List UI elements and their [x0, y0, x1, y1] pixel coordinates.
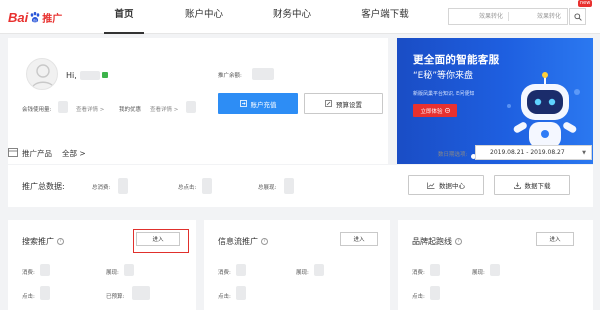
spend-redacted	[236, 264, 246, 276]
total-impressions-redacted	[284, 178, 294, 194]
avatar	[26, 58, 58, 90]
banner-try-now-button[interactable]: 立即体验	[413, 104, 457, 117]
logo-suffix: 推广	[42, 13, 63, 25]
new-badge: new	[578, 0, 593, 7]
enter-button[interactable]: 进入	[536, 232, 574, 246]
greeting: Hi,	[66, 71, 77, 80]
clicks-label: 点击:	[412, 294, 425, 300]
usage-value-redacted	[58, 101, 68, 113]
balance-label: 推广余额:	[218, 73, 242, 79]
product-name-text: 搜索推广	[22, 237, 54, 246]
date-range-value: 2019.08.21 - 2019.08.27	[490, 149, 565, 156]
data-download-label: 数据下载	[524, 182, 551, 190]
search-button[interactable]	[569, 8, 586, 25]
budget-settings-label: 预算设置	[336, 100, 362, 109]
banner-subtitle: “E秘”等你来盘	[413, 71, 474, 81]
balance-value-redacted	[252, 68, 274, 80]
product-name-text: 信息流推广	[218, 237, 258, 246]
total-spend-redacted	[118, 178, 128, 194]
budget-used-label: 已预算:	[106, 294, 125, 300]
chevron-down-icon: ▼	[582, 150, 586, 156]
top-navigation-bar: Bai du 推广 首页 账户中心 财务中心 客户端下载 效果转化 效果转化 n…	[0, 0, 600, 34]
spend-label: 消费:	[412, 270, 425, 276]
product-name: 搜索推广?	[22, 236, 64, 247]
data-center-button[interactable]: 数据中心	[408, 175, 484, 195]
view-detail-link-1[interactable]: 查看详情 >	[76, 105, 104, 113]
nav-home[interactable]: 首页	[104, 0, 144, 34]
product-name: 信息流推广?	[218, 236, 268, 247]
total-data-label: 推广总数据:	[22, 182, 65, 191]
baidu-tuiguang-logo[interactable]: Bai du 推广	[8, 9, 62, 25]
products-all-link[interactable]: 全部 >	[62, 148, 86, 159]
nav-client-download[interactable]: 客户端下载	[354, 0, 416, 34]
total-clicks-redacted	[202, 178, 212, 194]
products-icon	[8, 148, 18, 157]
enter-button[interactable]: 进入	[340, 232, 378, 246]
data-download-button[interactable]: 数据下载	[494, 175, 570, 195]
search-icon	[573, 12, 582, 21]
my-discount-label: 我的优惠	[119, 107, 142, 113]
spend-redacted	[40, 264, 50, 276]
impressions-label: 展现:	[296, 270, 309, 276]
total-impressions-label: 总展现:	[258, 185, 277, 191]
spend-label: 消费:	[22, 270, 35, 276]
nav-account-center[interactable]: 账户中心	[178, 0, 230, 34]
data-center-label: 数据中心	[439, 182, 465, 190]
download-icon	[513, 182, 521, 189]
impressions-label: 展现:	[106, 270, 119, 276]
help-icon[interactable]: ?	[261, 238, 268, 245]
user-silhouette-icon	[31, 64, 55, 89]
arrow-right-circle-icon	[444, 108, 450, 113]
spend-label: 消费:	[218, 270, 231, 276]
impressions-label: 展现:	[472, 270, 485, 276]
spend-redacted	[430, 264, 440, 276]
product-card-feed: 信息流推广? 进入 消费: 展现: 点击:	[204, 220, 390, 310]
username-redacted	[80, 71, 100, 80]
enter-button-highlight	[133, 229, 189, 253]
recharge-button[interactable]: 账户充值	[218, 93, 298, 114]
clicks-redacted	[430, 286, 440, 300]
banner-cta-label: 立即体验	[420, 108, 443, 115]
impressions-redacted	[314, 264, 324, 276]
svg-text:du: du	[33, 18, 37, 22]
product-card-brand: 品牌起跑线? 进入 消费: 展现: 点击:	[398, 220, 593, 310]
recharge-icon	[239, 100, 247, 107]
impressions-redacted	[124, 264, 134, 276]
total-spend-label: 总消费:	[92, 185, 111, 191]
baidu-paw-icon: du	[29, 11, 41, 23]
edit-icon	[325, 100, 332, 107]
clicks-label: 点击:	[218, 294, 231, 300]
budget-used-redacted	[132, 286, 150, 300]
products-section-title: 推广产品	[22, 149, 52, 158]
date-range-picker[interactable]: 2019.08.21 - 2019.08.27 ▼	[475, 145, 592, 160]
nav-finance-center[interactable]: 财务中心	[266, 0, 318, 34]
banner-title: 更全面的智能客服	[413, 54, 500, 66]
recharge-button-label: 账户充值	[250, 100, 277, 109]
online-status-indicator	[102, 72, 108, 78]
search-placeholder-left: 效果转化	[479, 13, 504, 20]
search-placeholder-right: 效果转化	[537, 13, 562, 20]
product-name-text: 品牌起跑线	[412, 237, 452, 246]
banner-description: 新版凤巢平台知识, E问便知	[413, 91, 475, 97]
view-detail-link-2[interactable]: 查看详情 >	[150, 105, 178, 113]
account-summary-card: Hi, 推广余额: 会钱使用量: 查看详情 > 我的优惠 查看详情 > 账户充值…	[8, 38, 388, 164]
discount-value-redacted	[186, 101, 196, 113]
help-icon[interactable]: ?	[57, 238, 64, 245]
search-input[interactable]: 效果转化 效果转化	[448, 8, 568, 25]
impressions-redacted	[490, 264, 500, 276]
total-clicks-label: 总点击:	[178, 185, 197, 191]
search-divider	[508, 12, 509, 21]
product-name: 品牌起跑线?	[412, 236, 462, 247]
clicks-label: 点击:	[22, 294, 35, 300]
usage-label: 会钱使用量:	[22, 107, 52, 113]
help-icon[interactable]: ?	[455, 238, 462, 245]
clicks-redacted	[40, 286, 50, 300]
clicks-redacted	[236, 286, 246, 300]
logo-text: Bai	[8, 9, 29, 25]
line-chart-icon	[427, 182, 435, 189]
budget-settings-button[interactable]: 预算设置	[304, 93, 383, 114]
date-range-label: 数日期选项:	[438, 152, 468, 158]
total-data-card: 推广总数据: 总消费: 总点击: 总展现: 数据中心 数据下载	[8, 165, 593, 207]
